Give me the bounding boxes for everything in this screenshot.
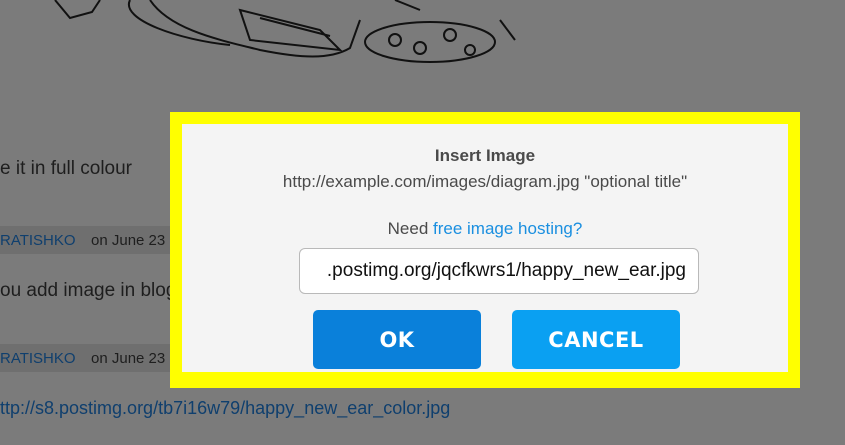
comment-date-1: on June 23 [91,232,166,249]
insert-image-dialog: Insert Image http://example.com/images/d… [182,124,788,372]
comment-date-2: on June 23 [91,350,166,367]
dialog-title: Insert Image [434,146,536,165]
header-illustration [54,0,516,63]
comment-text-1: e it in full colour [0,158,133,179]
highlight-frame: Insert Image http://example.com/images/d… [170,112,800,388]
comment-text-2: ou add image in blog [0,280,177,301]
comment-author-2[interactable]: RATISHKO [0,350,76,367]
hosting-line: Need free image hosting? [182,219,788,239]
comment-author-1[interactable]: RATISHKO [0,232,76,249]
dialog-hint: http://example.com/images/diagram.jpg "o… [282,172,688,191]
ok-button[interactable]: OK [313,310,481,369]
image-url-input[interactable] [299,248,699,294]
hosting-prefix: Need [387,219,429,238]
comment-image-link[interactable]: ttp://s8.postimg.org/tb7i16w79/happy_new… [0,398,450,419]
cancel-button[interactable]: CANCEL [512,310,680,369]
free-image-hosting-link[interactable]: free image hosting? [433,219,582,238]
